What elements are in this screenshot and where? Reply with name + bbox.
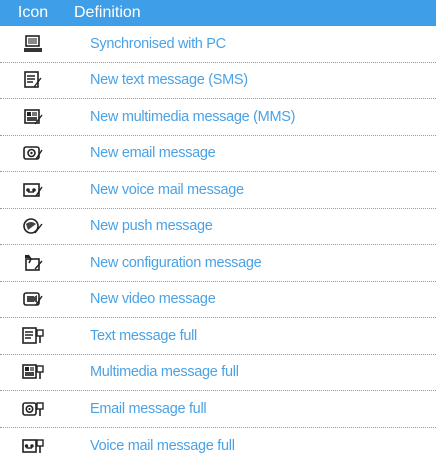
definition-text: Synchronised with PC	[66, 36, 226, 52]
table-row: Synchronised with PC	[0, 26, 436, 63]
text-full-icon	[0, 327, 66, 345]
table-row: New voice mail message	[0, 172, 436, 209]
configuration-message-icon	[0, 254, 66, 272]
table-row: Text message full	[0, 318, 436, 355]
table-row: New multimedia message (MMS)	[0, 99, 436, 136]
definition-text: Text message full	[66, 328, 197, 344]
push-message-icon	[0, 217, 66, 235]
definition-text: New voice mail message	[66, 182, 244, 198]
voicemail-full-icon	[0, 437, 66, 455]
definition-text: New multimedia message (MMS)	[66, 109, 295, 125]
table-row: New video message	[0, 282, 436, 319]
table-row: New text message (SMS)	[0, 63, 436, 100]
definition-text: New email message	[66, 145, 215, 161]
definition-text: New text message (SMS)	[66, 72, 248, 88]
table-header: Icon Definition	[0, 0, 436, 26]
table-row: Multimedia message full	[0, 355, 436, 392]
table-row: New push message	[0, 209, 436, 246]
pc-sync-icon	[0, 35, 66, 53]
table-row: Voice mail message full	[0, 428, 436, 464]
definition-text: New video message	[66, 291, 215, 307]
table-row: New email message	[0, 136, 436, 173]
email-full-icon	[0, 400, 66, 418]
table-row: Email message full	[0, 391, 436, 428]
definition-text: New configuration message	[66, 255, 261, 271]
voicemail-icon	[0, 181, 66, 199]
definition-text: Multimedia message full	[66, 364, 239, 380]
definition-text: Voice mail message full	[66, 438, 235, 454]
email-icon	[0, 144, 66, 162]
icon-definition-table: Icon Definition Synchronised with PC New…	[0, 0, 436, 464]
table-row: New configuration message	[0, 245, 436, 282]
definition-text: New push message	[66, 218, 213, 234]
sms-icon	[0, 71, 66, 89]
definition-text: Email message full	[66, 401, 206, 417]
definition-column-header: Definition	[66, 0, 141, 26]
mms-icon	[0, 108, 66, 126]
icon-column-header: Icon	[0, 0, 66, 26]
video-message-icon	[0, 290, 66, 308]
multimedia-full-icon	[0, 363, 66, 381]
